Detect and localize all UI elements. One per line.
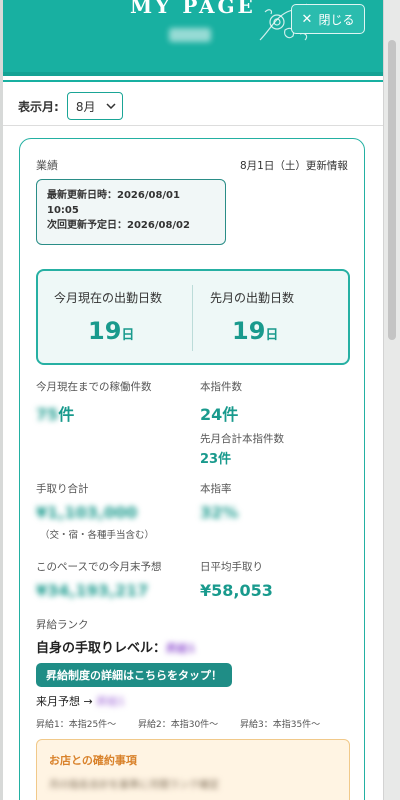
month-select[interactable]: 8月 bbox=[66, 92, 123, 120]
raise-tier-2: 昇給2：本指30件〜 bbox=[138, 720, 219, 730]
header: MY PAGE ✕ 閉じる bbox=[3, 0, 383, 72]
own-level-value: 昇給1 bbox=[166, 642, 196, 655]
attendance-current-value: 19日 bbox=[88, 317, 134, 345]
header-divider bbox=[3, 72, 383, 76]
scrollbar-thumb[interactable] bbox=[388, 40, 396, 340]
own-level-label: 自身の手取りレベル： bbox=[36, 641, 167, 656]
attendance-current-label: 今月現在の出勤日数 bbox=[54, 291, 163, 305]
month-filter-label: 表示月: bbox=[18, 99, 59, 114]
filter-divider bbox=[3, 125, 383, 126]
attendance-current-unit: 日 bbox=[121, 328, 135, 343]
next-month-value: 昇給1 bbox=[96, 695, 126, 708]
page-title: MY PAGE bbox=[130, 0, 256, 18]
close-button[interactable]: ✕ 閉じる bbox=[291, 4, 365, 34]
section-label: 業績 bbox=[36, 159, 58, 172]
raise-tier-3: 昇給3：本指35件〜 bbox=[240, 720, 321, 730]
header-divider-thin bbox=[3, 80, 383, 82]
daily-avg-label: 日平均手取り bbox=[200, 561, 263, 573]
forecast-label: このペースでの今月末予想 bbox=[36, 561, 162, 573]
store-agreement-notice: お店との確約事項 月の指名合計を基準に月間ランク確定 bbox=[36, 739, 350, 800]
header-user-name bbox=[169, 28, 211, 42]
work-count-number: 75 bbox=[36, 405, 59, 424]
next-month-label: 来月予想 → bbox=[36, 695, 93, 708]
close-button-label: 閉じる bbox=[318, 12, 355, 27]
nomination-rate-value: 32% bbox=[200, 503, 239, 522]
own-level: 自身の手取りレベル：昇給1 bbox=[36, 637, 196, 656]
attendance-prev-value: 19日 bbox=[232, 317, 278, 345]
update-info: 8月1日（土）更新情報 bbox=[240, 160, 348, 172]
takehome-note: （交・宿・各種手当含む） bbox=[40, 530, 155, 541]
attendance-prev-label: 先月の出勤日数 bbox=[210, 291, 295, 305]
forecast-value: ¥34,193,217 bbox=[36, 581, 149, 600]
work-count-value: 75件 bbox=[36, 401, 74, 425]
last-update-line1: 最新更新日時：2026/08/01 bbox=[47, 190, 180, 201]
nominations-label: 本指件数 bbox=[200, 381, 242, 393]
next-update: 次回更新予定日：2026/08/02 bbox=[47, 220, 190, 231]
close-icon: ✕ bbox=[301, 11, 313, 27]
daily-avg-value: ¥58,053 bbox=[200, 581, 273, 600]
raise-rank-label: 昇給ランク bbox=[36, 619, 89, 631]
performance-card: 業績 8月1日（土）更新情報 最新更新日時：2026/08/01 10:05 次… bbox=[19, 138, 365, 800]
notice-title: お店との確約事項 bbox=[49, 754, 137, 767]
attendance-prev-number: 19 bbox=[232, 317, 266, 345]
update-timestamps-box: 最新更新日時：2026/08/01 10:05 次回更新予定日：2026/08/… bbox=[36, 179, 226, 245]
scrollbar[interactable] bbox=[383, 0, 400, 800]
attendance-prev-unit: 日 bbox=[265, 328, 279, 343]
next-month-forecast: 来月予想 → 昇給1 bbox=[36, 693, 125, 709]
raise-tier-1: 昇給1：本指25件〜 bbox=[36, 720, 117, 730]
chevron-down-icon bbox=[106, 103, 116, 109]
takehome-value: ¥1,103,000 bbox=[36, 503, 138, 522]
prev-total-label: 先月合計本指件数 bbox=[200, 433, 284, 445]
takehome-label: 手取り合計 bbox=[36, 483, 89, 495]
raise-details-button[interactable]: 昇給制度の詳細はこちらをタップ！ bbox=[36, 663, 232, 687]
attendance-current-number: 19 bbox=[88, 317, 122, 345]
nomination-rate-label: 本指率 bbox=[200, 483, 232, 495]
month-filter: 表示月: 8月 bbox=[18, 92, 123, 120]
mypage-modal: MY PAGE ✕ 閉じる 表示月: 8月 業績 8月1日（土）更新情報 最新更… bbox=[3, 0, 383, 800]
attendance-divider bbox=[192, 285, 193, 351]
attendance-box: 今月現在の出勤日数 19日 先月の出勤日数 19日 bbox=[36, 269, 350, 365]
prev-total-value: 23件 bbox=[200, 452, 232, 467]
notice-body: 月の指名合計を基準に月間ランク確定 bbox=[49, 780, 219, 791]
work-count-unit: 件 bbox=[58, 405, 75, 424]
nominations-value: 24件 bbox=[200, 405, 239, 424]
month-select-value: 8月 bbox=[75, 99, 96, 114]
last-update-line2: 10:05 bbox=[47, 205, 79, 216]
work-count-label: 今月現在までの稼働件数 bbox=[36, 381, 152, 393]
